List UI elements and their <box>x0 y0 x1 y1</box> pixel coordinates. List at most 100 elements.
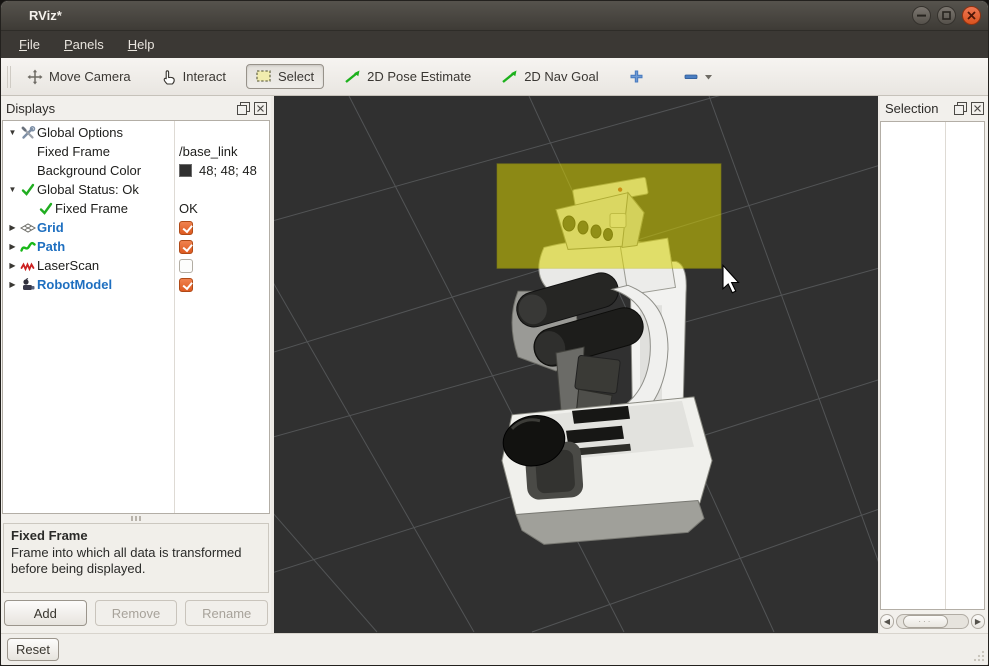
scroll-right-icon[interactable]: ▶ <box>971 614 985 629</box>
plus-icon <box>629 69 644 84</box>
tree-row-path[interactable]: ▶ Path <box>3 237 269 256</box>
menu-panels[interactable]: Panels <box>52 33 116 56</box>
row-label[interactable]: Fixed Frame <box>37 144 110 159</box>
mouse-cursor <box>723 265 739 292</box>
expand-arrow-icon[interactable]: ▶ <box>6 242 19 251</box>
selection-panel: Selection ◀ ··· <box>880 96 988 633</box>
move-camera-icon <box>27 69 43 85</box>
render-viewport[interactable]: PR2 <box>274 96 878 633</box>
add-tool-button[interactable] <box>619 64 654 89</box>
robotmodel-display-icon <box>21 278 36 292</box>
3d-scene[interactable]: PR2 <box>274 96 878 633</box>
close-panel-icon[interactable] <box>971 102 984 115</box>
undock-panel-icon[interactable] <box>954 102 967 115</box>
green-arrow-icon <box>344 69 361 84</box>
maximize-button[interactable] <box>937 6 956 25</box>
laserscan-checkbox[interactable] <box>179 259 193 273</box>
path-display-icon <box>20 240 36 253</box>
tree-row-background-color[interactable]: Background Color 48; 48; 48 <box>3 161 269 180</box>
tree-row-status-fixed-frame[interactable]: Fixed Frame OK <box>3 199 269 218</box>
nav-goal-tool[interactable]: 2D Nav Goal <box>491 64 608 89</box>
green-arrow-icon <box>501 69 518 84</box>
tree-row-robotmodel[interactable]: ▶ RobotModel <box>3 275 269 294</box>
grid-checkbox[interactable] <box>179 221 193 235</box>
row-label[interactable]: Fixed Frame <box>55 201 128 216</box>
rename-display-button[interactable]: Rename <box>185 600 268 626</box>
path-checkbox[interactable] <box>179 240 193 254</box>
fixed-frame-value[interactable]: /base_link <box>174 144 269 159</box>
toolbar-drag-handle[interactable] <box>7 66 11 88</box>
menu-help[interactable]: Help <box>116 33 167 56</box>
tree-row-global-status[interactable]: ▼ Global Status: Ok <box>3 180 269 199</box>
status-ok-check-icon <box>21 183 35 196</box>
undock-panel-icon[interactable] <box>237 102 250 115</box>
minimize-button[interactable] <box>912 6 931 25</box>
remove-display-button[interactable]: Remove <box>95 600 178 626</box>
row-label[interactable]: Background Color <box>37 163 141 178</box>
tree-row-global-options[interactable]: ▼ Global Options <box>3 123 269 142</box>
row-label[interactable]: LaserScan <box>37 258 99 273</box>
status-value: OK <box>174 201 269 216</box>
main-area: Displays ▼ <box>1 96 988 633</box>
expand-arrow-icon[interactable]: ▶ <box>6 280 19 289</box>
help-title: Fixed Frame <box>11 528 261 545</box>
expand-arrow-icon[interactable]: ▶ <box>6 261 19 270</box>
interact-tool[interactable]: Interact <box>151 64 236 90</box>
window-controls <box>912 6 981 25</box>
selection-panel-title: Selection <box>885 101 954 116</box>
menu-bar: File Panels Help <box>1 31 988 58</box>
row-label[interactable]: RobotModel <box>37 277 112 292</box>
laserscan-display-icon <box>20 260 36 272</box>
scrollbar-thumb[interactable]: ··· <box>903 615 948 628</box>
row-label[interactable]: Path <box>37 239 65 254</box>
row-label[interactable]: Grid <box>37 220 64 235</box>
nav-goal-label: 2D Nav Goal <box>524 69 598 84</box>
help-body: Frame into which all data is transformed… <box>11 545 261 578</box>
scroll-left-icon[interactable]: ◀ <box>880 614 894 629</box>
tree-column-separator[interactable] <box>174 121 175 513</box>
row-label[interactable]: Global Options <box>37 125 123 140</box>
background-color-value[interactable]: 48; 48; 48 <box>174 163 269 178</box>
menu-file[interactable]: File <box>7 33 52 56</box>
minimize-icon <box>917 11 926 20</box>
tree-row-grid[interactable]: ▶ Grid <box>3 218 269 237</box>
pose-estimate-label: 2D Pose Estimate <box>367 69 471 84</box>
collapse-arrow-icon[interactable]: ▼ <box>6 128 19 137</box>
remove-tool-button[interactable] <box>674 68 723 86</box>
selection-list[interactable] <box>880 121 985 610</box>
close-panel-icon[interactable] <box>254 102 267 115</box>
scrollbar-track[interactable]: ··· <box>896 614 969 629</box>
dropdown-caret-icon <box>704 74 713 80</box>
tree-row-laserscan[interactable]: ▶ LaserScan <box>3 256 269 275</box>
selection-box <box>497 164 721 269</box>
pose-estimate-tool[interactable]: 2D Pose Estimate <box>334 64 481 89</box>
display-actions: Add Remove Rename <box>1 593 271 633</box>
panel-resize-handle[interactable] <box>1 514 271 523</box>
title-bar[interactable]: RViz* <box>1 1 988 31</box>
resize-grip-icon[interactable] <box>973 650 985 662</box>
select-label: Select <box>278 69 314 84</box>
selection-hscrollbar[interactable]: ◀ ··· ▶ <box>880 613 985 630</box>
selection-column-separator[interactable] <box>945 122 946 609</box>
select-tool[interactable]: Select <box>246 64 324 89</box>
interact-label: Interact <box>183 69 226 84</box>
maximize-icon <box>942 11 951 20</box>
collapse-arrow-icon[interactable]: ▼ <box>6 185 19 194</box>
reset-button[interactable]: Reset <box>7 638 59 661</box>
robotmodel-checkbox[interactable] <box>179 278 193 292</box>
close-button[interactable] <box>962 6 981 25</box>
tree-row-fixed-frame[interactable]: Fixed Frame /base_link <box>3 142 269 161</box>
selection-panel-header: Selection <box>880 96 988 120</box>
add-display-button[interactable]: Add <box>4 600 87 626</box>
grid-display-icon <box>20 222 36 234</box>
status-bar: Reset <box>1 633 988 665</box>
move-camera-tool[interactable]: Move Camera <box>17 64 141 90</box>
property-help-box: Fixed Frame Frame into which all data is… <box>3 523 269 593</box>
tool-bar: Move Camera Interact Select 2D Pose Esti… <box>1 58 988 96</box>
displays-panel: Displays ▼ <box>1 96 271 633</box>
expand-arrow-icon[interactable]: ▶ <box>6 223 19 232</box>
close-icon <box>967 11 976 20</box>
displays-panel-header: Displays <box>1 96 271 120</box>
displays-tree[interactable]: ▼ Global Options Fixed Frame <box>2 120 270 514</box>
row-label[interactable]: Global Status: Ok <box>37 182 139 197</box>
